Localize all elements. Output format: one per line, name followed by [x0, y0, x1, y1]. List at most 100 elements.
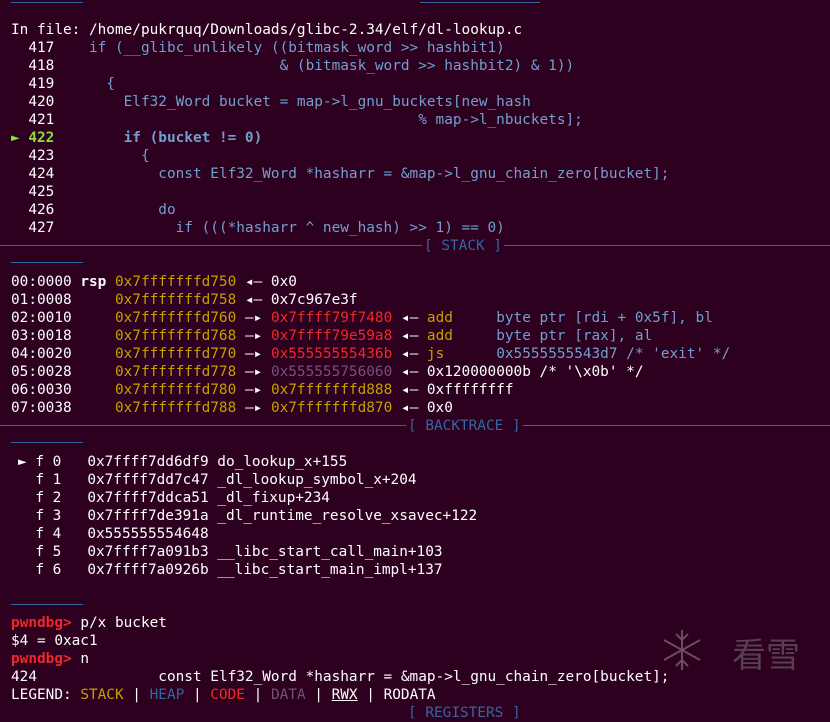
stack-offset: 02:0010: [11, 310, 81, 326]
stack-address: 0x7fffffffd758: [114, 292, 245, 308]
stack-row: 04:0020 0x7fffffffd770 —▸ 0x55555555436b…: [11, 345, 730, 363]
stack-register: [80, 382, 115, 398]
frame-symbol: _dl_runtime_resolve_xsavec+122: [217, 508, 478, 524]
frame-index: f 5: [35, 544, 88, 560]
stack-value: ◂— 0x120000000b /* '\x0b' */: [400, 364, 644, 380]
legend-sep: |: [357, 687, 384, 703]
instruction-mnemonic: add: [426, 328, 497, 344]
command-text: n: [71, 651, 89, 667]
line-number: 417: [19, 40, 55, 56]
current-line-marker: [11, 148, 20, 164]
pointer-value: 0x7ffff79e59a8: [270, 328, 401, 344]
legend-stack: STACK: [80, 687, 124, 703]
stack-offset: 05:0028: [11, 364, 81, 380]
line-number: 422: [19, 130, 55, 146]
code-text: {: [54, 76, 115, 92]
line-number: 419: [19, 76, 55, 92]
stack-row: 07:0038 0x7fffffffd788 —▸ 0x7fffffffd870…: [11, 399, 453, 417]
frame-address: 0x7ffff7a091b3: [87, 544, 218, 560]
registers-header: [ REGISTERS ]: [406, 704, 523, 722]
frame-symbol: _dl_fixup+234: [217, 490, 330, 506]
deref-arrow: ◂—: [400, 328, 427, 344]
stack-row: 02:0010 0x7fffffffd760 —▸ 0x7ffff79f7480…: [11, 309, 713, 327]
top-full-rule: [420, 2, 540, 3]
command-text: p/x bucket: [71, 615, 167, 631]
frame-index: f 1: [35, 472, 88, 488]
frame-index: f 4: [35, 526, 88, 542]
prompt: pwndbg>: [11, 615, 72, 631]
source-line: 423 {: [11, 147, 149, 165]
pointer-arrow: —▸: [244, 310, 271, 326]
line-number: 421: [19, 112, 55, 128]
pointer-arrow: —▸: [244, 328, 271, 344]
pointer-arrow: —▸: [244, 400, 271, 416]
frame-symbol: _dl_lookup_symbol_x+204: [217, 472, 417, 488]
pointer-value: 0x555555756060: [270, 364, 401, 380]
frame-marker: [18, 544, 35, 560]
deref-arrow: ◂—: [400, 346, 427, 362]
current-line-marker: [11, 40, 20, 56]
legend-label: LEGEND:: [11, 687, 81, 703]
instruction-operands: byte ptr [rax], al: [496, 328, 653, 344]
stack-row: 00:0000 rsp 0x7fffffffd750 ◂— 0x0: [11, 273, 297, 291]
frame-marker: [18, 562, 35, 578]
code-text: & (bitmask_word >> hashbit2) & 1)): [54, 58, 575, 74]
source-line: 425: [11, 183, 72, 201]
source-line: 418 & (bitmask_word >> hashbit2) & 1)): [11, 57, 574, 75]
line-number: 425: [19, 184, 55, 200]
backtrace-frame: f 5 0x7ffff7a091b3 __libc_start_call_mai…: [18, 543, 442, 561]
pointer-arrow: —▸: [244, 346, 271, 362]
console-cmd-2: pwndbg> n: [11, 650, 89, 668]
frame-marker: [18, 526, 35, 542]
stack-address: 0x7fffffffd780: [114, 382, 245, 398]
stack-offset: 07:0038: [11, 400, 81, 416]
deref-arrow: ◂—: [400, 310, 427, 326]
backtrace-frame: ► f 0 0x7ffff7dd6df9 do_lookup_x+155: [18, 453, 347, 471]
console-rule: [11, 604, 83, 605]
frame-index: f 2: [35, 490, 88, 506]
code-text: do: [54, 202, 176, 218]
backtrace-header: [ BACKTRACE ]: [406, 417, 523, 435]
stack-value: ◂— 0x0: [400, 400, 453, 416]
stack-register: [80, 364, 115, 380]
stack-register: [80, 310, 115, 326]
pointer-value: 0x7fffffffd888: [270, 382, 401, 398]
stack-rule: [0, 245, 830, 246]
code-text: if (bucket != 0): [54, 130, 263, 146]
frame-index: f 0: [35, 454, 88, 470]
stack-register: [80, 346, 115, 362]
file-prefix: In file:: [11, 22, 89, 38]
stack-register: [80, 400, 115, 416]
pointer-value: 0x7ffff79f7480: [270, 310, 401, 326]
frame-address: 0x7ffff7dd6df9: [87, 454, 218, 470]
frame-address: 0x7ffff7de391a: [87, 508, 218, 524]
frame-marker: [18, 490, 35, 506]
backtrace-frame: f 4 0x555555554648: [18, 525, 217, 543]
stack-row: 01:0008 0x7fffffffd758 ◂— 0x7c967e3f: [11, 291, 358, 309]
stack-row: 03:0018 0x7fffffffd768 —▸ 0x7ffff79e59a8…: [11, 327, 652, 345]
code-text: if (__glibc_unlikely ((bitmask_word >> h…: [54, 40, 505, 56]
instruction-operands: byte ptr [rdi + 0x5f], bl: [496, 310, 713, 326]
stack-header: [ STACK ]: [422, 237, 504, 255]
pointer-arrow: —▸: [244, 382, 271, 398]
stack-address: 0x7fffffffd778: [114, 364, 245, 380]
source-line: 426 do: [11, 201, 176, 219]
frame-index: f 3: [35, 508, 88, 524]
source-line: 424 const Elf32_Word *hasharr = &map->l_…: [11, 165, 669, 183]
backtrace-frame: f 2 0x7ffff7ddca51 _dl_fixup+234: [18, 489, 330, 507]
stack-value: ◂— 0x0: [244, 274, 297, 290]
legend-sep: |: [184, 687, 211, 703]
legend-rodata: RODATA: [383, 687, 436, 703]
backtrace-frame: f 1 0x7ffff7dd7c47 _dl_lookup_symbol_x+2…: [18, 471, 417, 489]
stack-offset: 01:0008: [11, 292, 81, 308]
line-number: 424: [19, 166, 55, 182]
pointer-value: 0x7fffffffd870: [270, 400, 401, 416]
stack-address: 0x7fffffffd750: [114, 274, 245, 290]
stack-register: [80, 328, 115, 344]
stack-short-rule: [11, 262, 83, 263]
instruction-mnemonic: add: [426, 310, 497, 326]
instruction-operands: 0x5555555543d7 /* 'exit' */: [496, 346, 731, 362]
source-line: 419 {: [11, 75, 115, 93]
stack-value: ◂— 0x7c967e3f: [244, 292, 358, 308]
stack-register: [80, 292, 115, 308]
